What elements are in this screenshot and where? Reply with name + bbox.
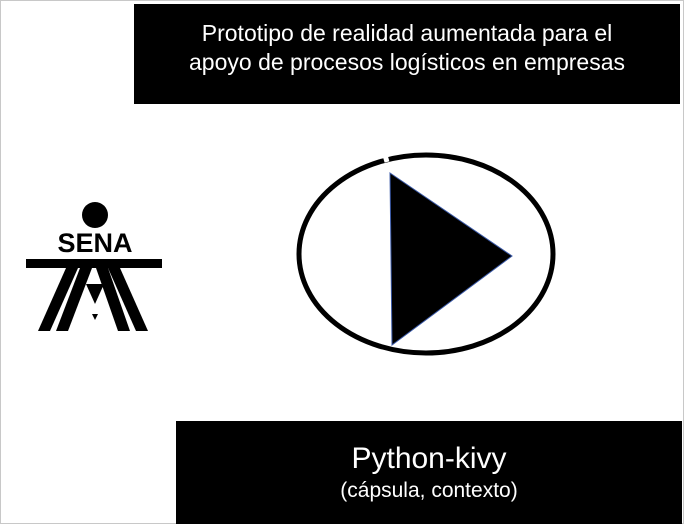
logo-text: SENA: [57, 228, 132, 258]
slide-title: Prototipo de realidad aumentada para el …: [189, 20, 625, 75]
sena-logo: SENA: [22, 196, 168, 336]
caption-title: Python-kivy: [351, 441, 507, 475]
title-banner: Prototipo de realidad aumentada para el …: [134, 4, 680, 104]
caption-banner: Python-kivy (cápsula, contexto): [176, 421, 682, 524]
play-button[interactable]: [294, 147, 558, 360]
play-icon: [296, 147, 556, 356]
sena-logo-icon: SENA: [26, 202, 162, 331]
caption-subtitle: (cápsula, contexto): [340, 478, 518, 502]
slide: Prototipo de realidad aumentada para el …: [0, 0, 684, 524]
